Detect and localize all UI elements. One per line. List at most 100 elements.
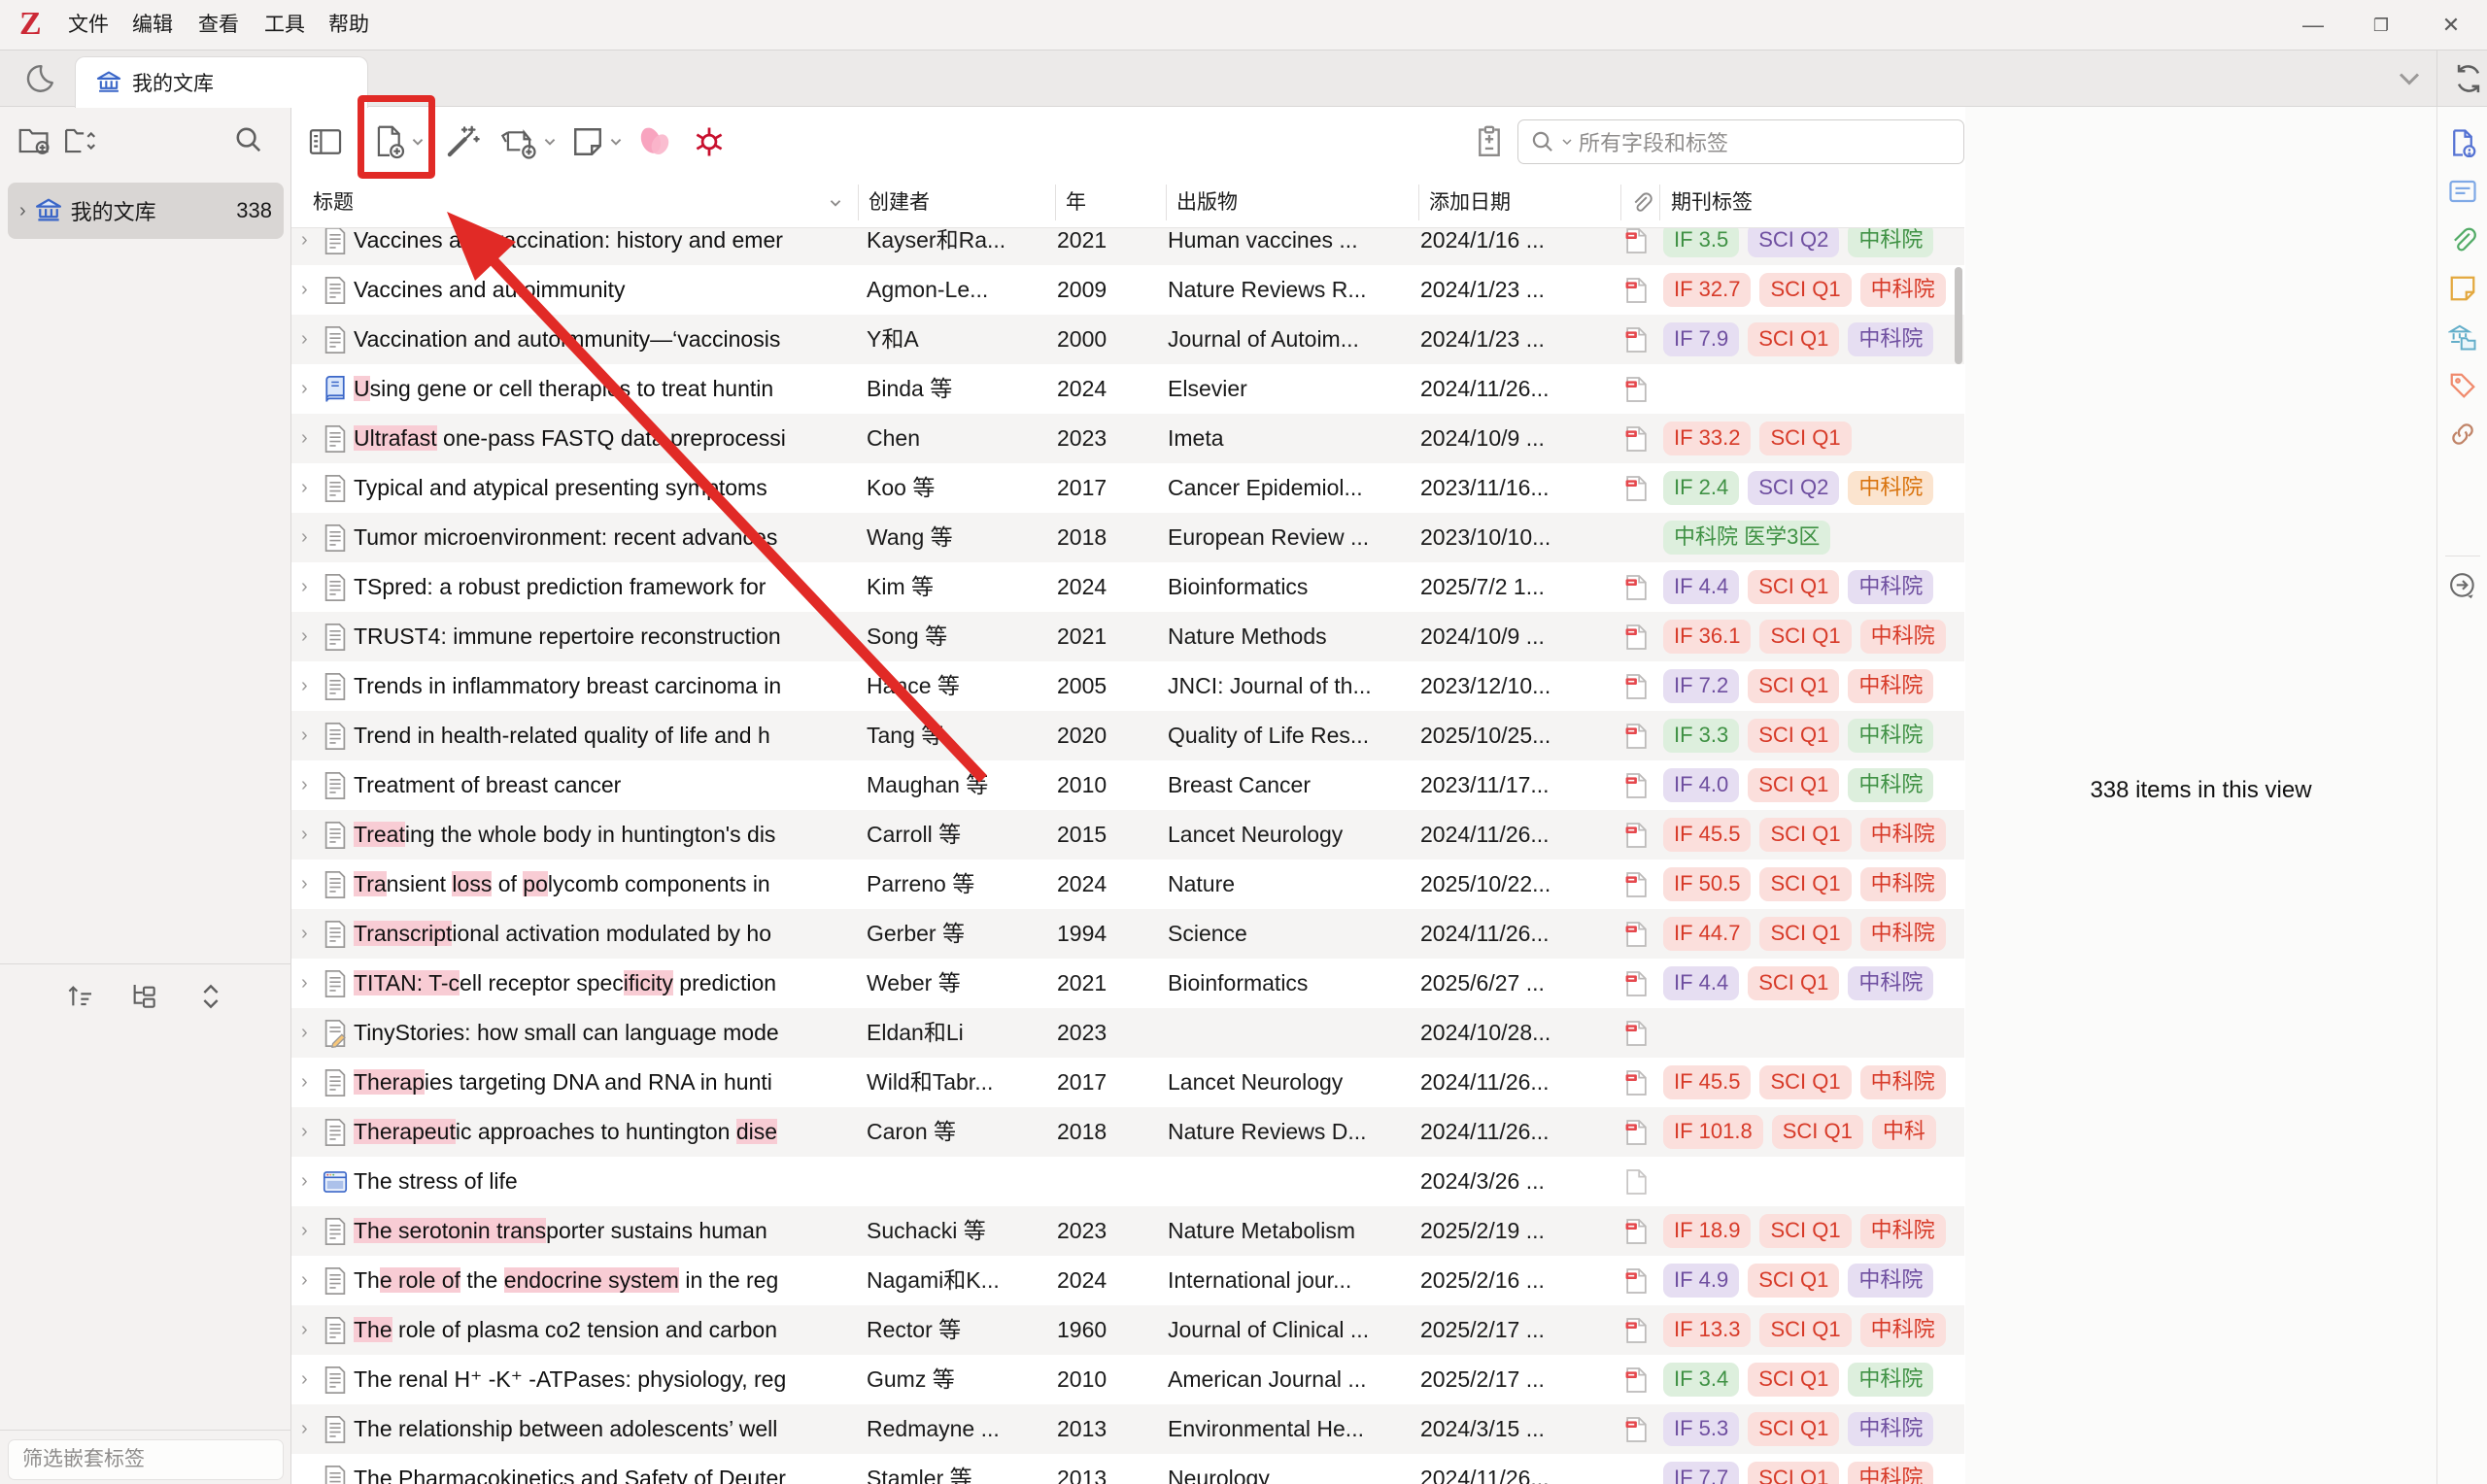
collection-search-icon[interactable] [233,124,264,155]
row-expand-chevron-icon[interactable]: › [301,1305,321,1355]
item-row[interactable]: ›TSpred: a robust prediction framework f… [291,562,1964,612]
row-expand-chevron-icon[interactable]: › [301,1008,321,1058]
add-by-identifier-icon[interactable] [445,120,480,163]
restore-button[interactable]: ❐ [2359,0,2403,51]
item-row[interactable]: ›TinyStories: how small can language mod… [291,1008,1964,1058]
row-expand-chevron-icon[interactable]: › [301,562,321,612]
item-row[interactable]: ›Vaccination and autoimmunity—‘vaccinosi… [291,315,1964,364]
row-expand-chevron-icon[interactable]: › [301,1256,321,1305]
item-row[interactable]: ›The role of plasma co2 tension and carb… [291,1305,1964,1355]
attachments-icon[interactable] [2448,225,2477,254]
row-expand-chevron-icon[interactable] [301,1454,321,1484]
item-row[interactable]: ›Transient loss of polycomb components i… [291,860,1964,909]
sidebar-item-my-library[interactable]: › 我的文库 338 [8,183,284,239]
minimize-button[interactable]: — [2291,0,2335,51]
row-expand-chevron-icon[interactable]: › [301,1058,321,1107]
column-header-title[interactable]: 标题 [313,177,818,228]
row-expand-chevron-icon[interactable]: › [301,1206,321,1256]
row-expand-chevron-icon[interactable]: › [301,711,321,760]
row-expand-chevron-icon[interactable]: › [301,909,321,959]
notes-icon[interactable] [2448,274,2477,303]
new-note-icon[interactable] [571,120,624,163]
item-row[interactable]: ›Trends in inflammatory breast carcinoma… [291,661,1964,711]
menu-view[interactable]: 查看 [190,0,247,51]
row-expand-chevron-icon[interactable]: › [301,513,321,562]
item-row[interactable]: ›Vaccines and vaccination: history and e… [291,228,1964,265]
plugin-petal-icon[interactable] [636,120,673,163]
item-info-icon[interactable] [2448,128,2477,157]
item-row[interactable]: ›Vaccines and autoimmunityAgmon-Le...200… [291,265,1964,315]
tag-hierarchy-icon[interactable] [128,981,159,1012]
new-item-button[interactable] [373,120,426,163]
item-row[interactable]: ›TRUST4: immune repertoire reconstructio… [291,612,1964,661]
expand-collections-icon[interactable] [62,124,97,157]
tags-icon[interactable] [2448,371,2477,400]
collapse-pane-icon[interactable] [309,120,342,163]
column-header-year[interactable]: 年 [1066,177,1153,228]
item-row[interactable]: ›Tumor microenvironment: recent advances… [291,513,1964,562]
row-expand-chevron-icon[interactable]: › [301,315,321,364]
tag-collapse-icon[interactable] [196,981,225,1012]
journal-tags: IF 4.0SCI Q1中科院 [1663,760,1964,810]
items-scrollbar[interactable] [1955,267,1962,364]
column-header-journal-tags[interactable]: 期刊标签 [1671,177,1953,228]
item-row[interactable]: ›The relationship between adolescents’ w… [291,1404,1964,1454]
item-row[interactable]: ›The serotonin transporter sustains huma… [291,1206,1964,1256]
menu-file[interactable]: 文件 [60,0,117,51]
row-expand-chevron-icon[interactable]: › [301,1355,321,1404]
row-expand-chevron-icon[interactable]: › [301,228,321,265]
row-expand-chevron-icon[interactable]: › [301,364,321,414]
add-attachment-icon[interactable] [499,120,558,163]
tab-my-library[interactable]: 我的文库 [75,56,368,108]
close-button[interactable]: ✕ [2429,0,2473,51]
menu-tools[interactable]: 工具 [256,0,313,51]
gpt-plugin-icon[interactable] [692,120,727,163]
item-row[interactable]: ›The role of the endocrine system in the… [291,1256,1964,1305]
abstract-icon[interactable] [2448,177,2477,206]
item-row[interactable]: ›Ultrafast one-pass FASTQ data preproces… [291,414,1964,463]
item-row[interactable]: ›Trend in health-related quality of life… [291,711,1964,760]
row-expand-chevron-icon[interactable]: › [301,1107,321,1157]
row-expand-chevron-icon[interactable]: › [301,265,321,315]
sync-icon[interactable] [2452,62,2485,95]
item-row[interactable]: ›Treating the whole body in huntington's… [291,810,1964,860]
row-expand-chevron-icon[interactable]: › [301,760,321,810]
item-date-added: 2025/2/16 ... [1420,1256,1611,1305]
menu-edit[interactable]: 编辑 [124,0,181,51]
new-collection-icon[interactable] [17,124,52,157]
column-header-publication[interactable]: 出版物 [1176,177,1410,228]
item-row[interactable]: ›The stress of life2024/3/26 ... [291,1157,1964,1206]
item-row[interactable]: ›TITAN: T-cell receptor specificity pred… [291,959,1964,1008]
item-row[interactable]: ›Therapies targeting DNA and RNA in hunt… [291,1058,1964,1107]
related-icon[interactable] [2448,420,2477,449]
column-header-creator[interactable]: 创建者 [869,177,1043,228]
tag-sort-icon[interactable] [64,981,95,1012]
row-expand-chevron-icon[interactable]: › [301,463,321,513]
expand-chevron-icon[interactable]: › [19,200,26,222]
tag-filter-input[interactable]: 筛选嵌套标签 [8,1439,284,1480]
row-expand-chevron-icon[interactable]: › [301,860,321,909]
menu-help[interactable]: 帮助 [321,0,377,51]
search-input[interactable]: 所有字段和标签 [1517,119,1964,164]
locate-menu-icon[interactable] [2448,571,2477,600]
attachment-column-icon[interactable] [1629,190,1652,216]
row-expand-chevron-icon[interactable]: › [301,414,321,463]
item-row[interactable]: ›Using gene or cell therapies to treat h… [291,364,1964,414]
item-row[interactable]: ›Transcriptional activation modulated by… [291,909,1964,959]
row-expand-chevron-icon[interactable]: › [301,1157,321,1206]
tab-list-chevron-icon[interactable] [2392,64,2427,93]
item-row[interactable]: ›The renal H⁺ -K⁺ -ATPases: physiology, … [291,1355,1964,1404]
dark-mode-icon[interactable] [23,62,56,95]
column-header-date-added[interactable]: 添加日期 [1429,177,1604,228]
row-expand-chevron-icon[interactable]: › [301,1404,321,1454]
item-row[interactable]: ›Therapeutic approaches to huntington di… [291,1107,1964,1157]
item-row[interactable]: The Pharmacokinetics and Safety of Deute… [291,1454,1964,1484]
row-expand-chevron-icon[interactable]: › [301,661,321,711]
row-expand-chevron-icon[interactable]: › [301,959,321,1008]
item-row[interactable]: ›Treatment of breast cancerMaughan 等2010… [291,760,1964,810]
libraries-collections-icon[interactable] [2448,322,2477,352]
item-row[interactable]: ›Typical and atypical presenting symptom… [291,463,1964,513]
row-expand-chevron-icon[interactable]: › [301,612,321,661]
row-expand-chevron-icon[interactable]: › [301,810,321,860]
locate-icon[interactable] [1473,120,1506,163]
